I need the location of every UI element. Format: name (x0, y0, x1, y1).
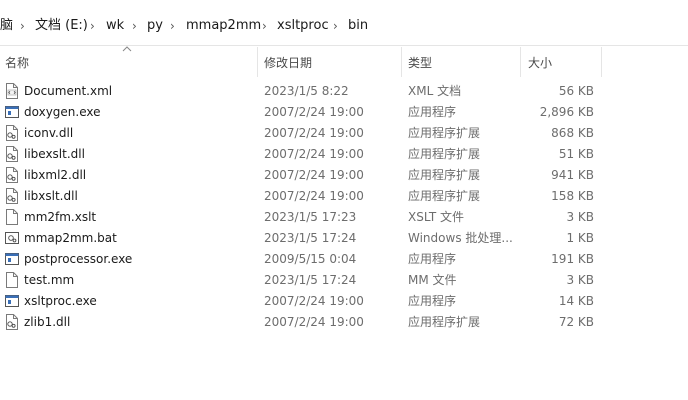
file-date: 2023/1/5 17:23 (264, 210, 357, 224)
file-row[interactable]: test.mm 2023/1/5 17:24 MM 文件 3 KB (0, 270, 688, 291)
file-date: 2007/2/24 19:00 (264, 315, 364, 329)
file-type: MM 文件 (408, 273, 457, 287)
breadcrumb-item[interactable]: xsltproc (277, 18, 329, 34)
file-name[interactable]: zlib1.dll (24, 315, 70, 330)
chevron-right-icon[interactable]: › (262, 18, 267, 34)
file-size: 868 KB (551, 126, 594, 140)
file-type: 应用程序扩展 (408, 147, 481, 161)
breadcrumb-item[interactable]: 文档 (E:) (35, 18, 88, 34)
column-header-size[interactable]: 大小 (528, 55, 552, 71)
file-name[interactable]: mm2fm.xslt (24, 210, 96, 225)
file-name[interactable]: libxslt.dll (24, 189, 78, 204)
dll-file-icon (5, 188, 19, 204)
file-date: 2007/2/24 19:00 (264, 294, 364, 308)
file-name[interactable]: iconv.dll (24, 126, 73, 141)
dll-file-icon (5, 125, 19, 141)
file-date: 2023/1/5 17:24 (264, 231, 357, 245)
chevron-right-icon[interactable]: › (333, 18, 338, 34)
file-name[interactable]: Document.xml (24, 84, 112, 99)
file-type: 应用程序 (408, 252, 457, 266)
file-size: 1 KB (566, 231, 594, 245)
column-header-row: 名称 修改日期 类型 大小 (0, 47, 688, 77)
file-row[interactable]: iconv.dll 2007/2/24 19:00 应用程序扩展 868 KB (0, 123, 688, 144)
breadcrumb-item[interactable]: py (147, 18, 163, 34)
file-row[interactable]: postprocessor.exe 2009/5/15 0:04 应用程序 191 K… (0, 249, 688, 270)
file-size: 14 KB (558, 294, 594, 308)
file-type: 应用程序扩展 (408, 315, 481, 329)
blank-file-icon (5, 272, 19, 288)
breadcrumb-item[interactable]: mmap2mm (186, 18, 261, 34)
bat-file-icon (5, 230, 19, 246)
file-row[interactable]: xsltproc.exe 2007/2/24 19:00 应用程序 14 KB (0, 291, 688, 312)
file-name[interactable]: doxygen.exe (24, 105, 101, 120)
file-row[interactable]: libxml2.dll 2007/2/24 19:00 应用程序扩展 941 KB (0, 165, 688, 186)
file-type: XSLT 文件 (408, 210, 465, 224)
file-size: 56 KB (558, 84, 594, 98)
file-date: 2007/2/24 19:00 (264, 189, 364, 203)
file-list: Document.xml 2023/1/5 8:22 XML 文档 56 KB doxy… (0, 81, 688, 333)
dll-file-icon (5, 314, 19, 330)
file-row[interactable]: doxygen.exe 2007/2/24 19:00 应用程序 2,896 KB (0, 102, 688, 123)
exe-file-icon (5, 104, 19, 120)
file-size: 72 KB (558, 315, 594, 329)
file-name[interactable]: postprocessor.exe (24, 252, 132, 267)
file-name[interactable]: xsltproc.exe (24, 294, 97, 309)
column-divider[interactable] (520, 47, 521, 77)
file-row[interactable]: mm2fm.xslt 2023/1/5 17:23 XSLT 文件 3 KB (0, 207, 688, 228)
column-divider[interactable] (257, 47, 258, 77)
file-date: 2007/2/24 19:00 (264, 126, 364, 140)
file-name[interactable]: libexslt.dll (24, 147, 85, 162)
file-size: 51 KB (558, 147, 594, 161)
file-size: 191 KB (551, 252, 594, 266)
file-date: 2007/2/24 19:00 (264, 147, 364, 161)
file-type: Windows 批处理... (408, 231, 513, 245)
file-size: 158 KB (551, 189, 594, 203)
file-row[interactable]: libexslt.dll 2007/2/24 19:00 应用程序扩展 51 KB (0, 144, 688, 165)
file-row[interactable]: libxslt.dll 2007/2/24 19:00 应用程序扩展 158 KB (0, 186, 688, 207)
file-row[interactable]: mmap2mm.bat 2023/1/5 17:24 Windows 批处理... 1… (0, 228, 688, 249)
file-size: 3 KB (566, 210, 594, 224)
file-date: 2023/1/5 8:22 (264, 84, 349, 98)
file-date: 2023/1/5 17:24 (264, 273, 357, 287)
column-divider[interactable] (601, 47, 602, 77)
column-header-date[interactable]: 修改日期 (264, 55, 312, 71)
column-header-name[interactable]: 名称 (5, 55, 29, 71)
column-header-type[interactable]: 类型 (408, 55, 432, 71)
exe-file-icon (5, 251, 19, 267)
file-size: 2,896 KB (539, 105, 594, 119)
file-name[interactable]: test.mm (24, 273, 74, 288)
address-bar[interactable]: 脑 › 文档 (E:) › wk › py › mmap2mm › xsltpr… (0, 0, 688, 46)
file-type: XML 文档 (408, 84, 462, 98)
xml-file-icon (5, 83, 19, 99)
chevron-right-icon[interactable]: › (20, 18, 25, 34)
chevron-right-icon[interactable]: › (132, 18, 137, 34)
file-date: 2009/5/15 0:04 (264, 252, 357, 266)
file-type: 应用程序扩展 (408, 126, 481, 140)
file-size: 3 KB (566, 273, 594, 287)
file-type: 应用程序扩展 (408, 189, 481, 203)
dll-file-icon (5, 146, 19, 162)
file-type: 应用程序扩展 (408, 168, 481, 182)
chevron-right-icon[interactable]: › (90, 18, 95, 34)
file-date: 2007/2/24 19:00 (264, 168, 364, 182)
file-date: 2007/2/24 19:00 (264, 105, 364, 119)
chevron-right-icon[interactable]: › (170, 18, 175, 34)
file-name[interactable]: libxml2.dll (24, 168, 86, 183)
file-row[interactable]: zlib1.dll 2007/2/24 19:00 应用程序扩展 72 KB (0, 312, 688, 333)
breadcrumb-item[interactable]: wk (106, 18, 124, 34)
file-type: 应用程序 (408, 294, 457, 308)
exe-file-icon (5, 293, 19, 309)
breadcrumb-item[interactable]: 脑 (0, 18, 13, 34)
column-divider[interactable] (401, 47, 402, 77)
file-type: 应用程序 (408, 105, 457, 119)
file-row[interactable]: Document.xml 2023/1/5 8:22 XML 文档 56 KB (0, 81, 688, 102)
dll-file-icon (5, 167, 19, 183)
file-name[interactable]: mmap2mm.bat (24, 231, 117, 246)
file-size: 941 KB (551, 168, 594, 182)
blank-file-icon (5, 209, 19, 225)
breadcrumb-item[interactable]: bin (348, 18, 368, 34)
